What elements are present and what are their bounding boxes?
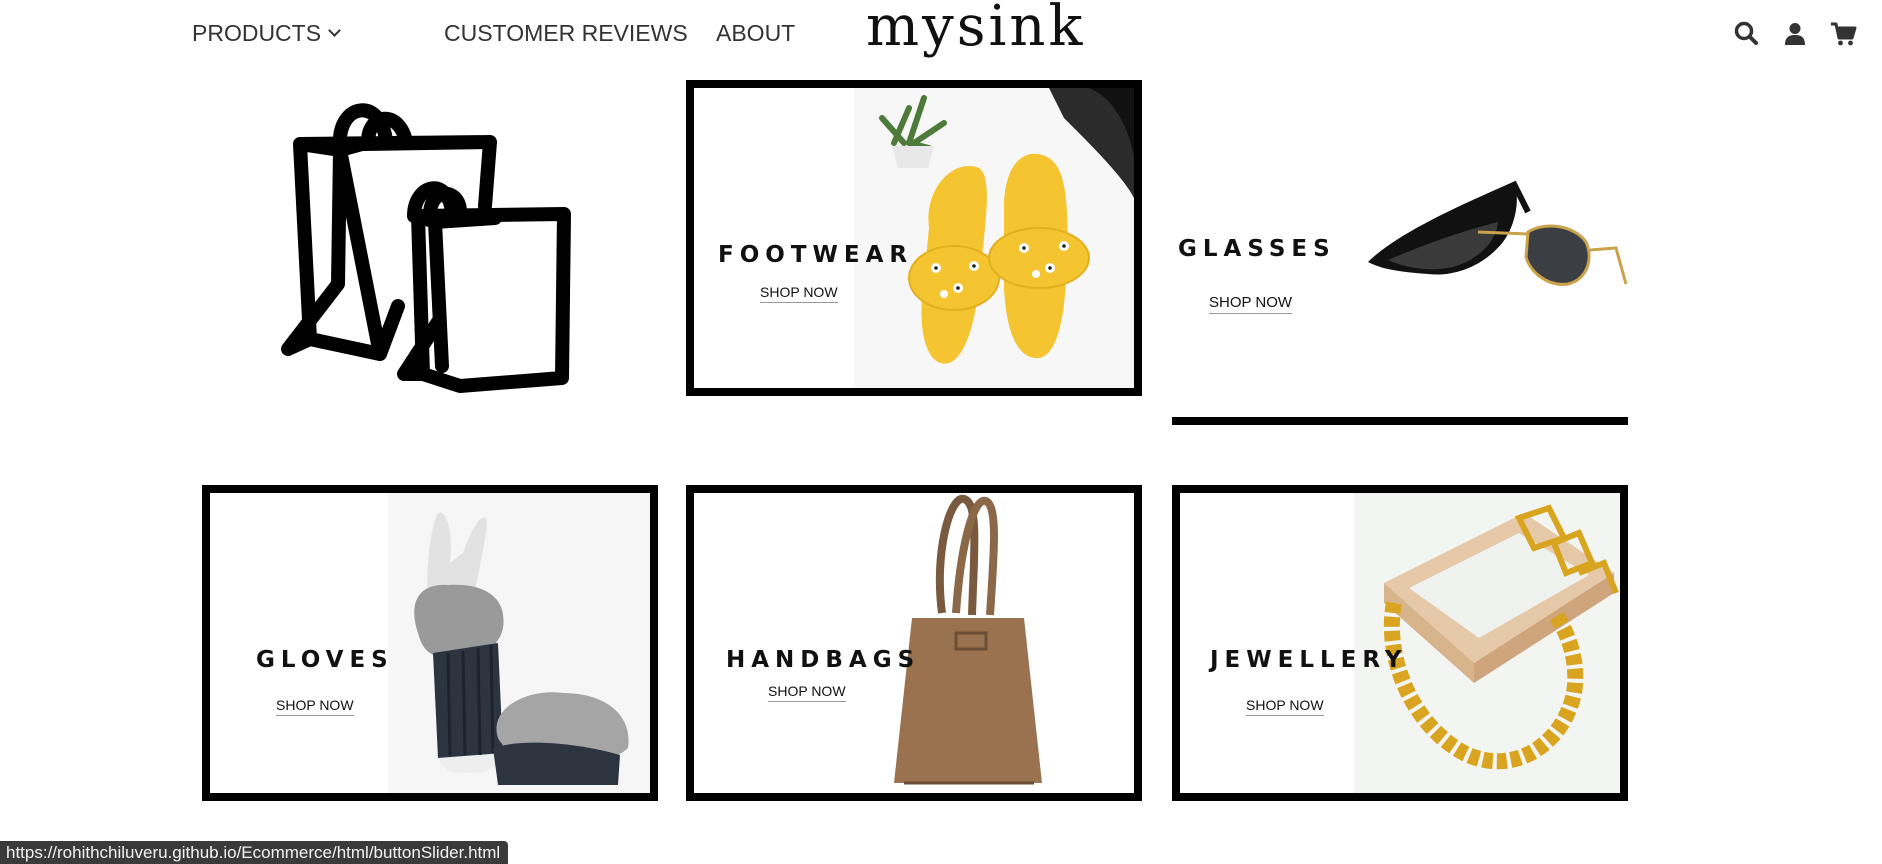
chevron-down-icon bbox=[328, 24, 341, 37]
nav-customer-reviews[interactable]: CUSTOMER REVIEWS bbox=[444, 20, 688, 47]
site-header: PRODUCTS CUSTOMER REVIEWS ABOUT mysink bbox=[0, 0, 1882, 66]
category-title: FOOTWEAR bbox=[718, 242, 914, 268]
shop-now-link[interactable]: SHOP NOW bbox=[276, 697, 354, 716]
category-card-footwear[interactable]: FOOTWEAR SHOP NOW bbox=[686, 80, 1142, 396]
category-title: JEWELLERY bbox=[1210, 647, 1408, 673]
glasses-image bbox=[1358, 172, 1628, 322]
category-card-handbags[interactable]: HANDBAGS SHOP NOW bbox=[686, 485, 1142, 801]
nav-products-label: PRODUCTS bbox=[192, 20, 322, 46]
nav-products[interactable]: PRODUCTS bbox=[192, 20, 341, 47]
shop-now-link[interactable]: SHOP NOW bbox=[760, 284, 838, 303]
category-card-gloves[interactable]: GLOVES SHOP NOW bbox=[202, 485, 658, 801]
nav-about[interactable]: ABOUT bbox=[716, 20, 795, 47]
jewellery-image bbox=[1354, 493, 1620, 793]
footwear-image bbox=[854, 88, 1134, 388]
shop-now-link[interactable]: SHOP NOW bbox=[768, 683, 846, 702]
shop-now-link[interactable]: SHOP NOW bbox=[1209, 294, 1293, 314]
category-title: GLOVES bbox=[256, 647, 394, 673]
category-card-jewellery[interactable]: JEWELLERY SHOP NOW bbox=[1172, 485, 1628, 801]
search-icon[interactable] bbox=[1733, 20, 1761, 48]
status-bar-url: https://rohithchiluveru.github.io/Ecomme… bbox=[0, 841, 509, 864]
site-logo[interactable]: mysink bbox=[866, 0, 1085, 59]
category-title: GLASSES bbox=[1178, 236, 1336, 262]
category-card-glasses[interactable]: GLASSES SHOP NOW bbox=[1172, 80, 1628, 425]
shopping-bags-illustration bbox=[280, 84, 580, 394]
shop-now-link[interactable]: SHOP NOW bbox=[1246, 697, 1324, 716]
cart-icon[interactable] bbox=[1829, 20, 1857, 48]
category-title: HANDBAGS bbox=[726, 647, 921, 673]
user-icon[interactable] bbox=[1781, 20, 1809, 48]
handbag-image bbox=[894, 493, 1134, 793]
gloves-image bbox=[388, 493, 650, 793]
card-bottom-border bbox=[1172, 417, 1628, 425]
